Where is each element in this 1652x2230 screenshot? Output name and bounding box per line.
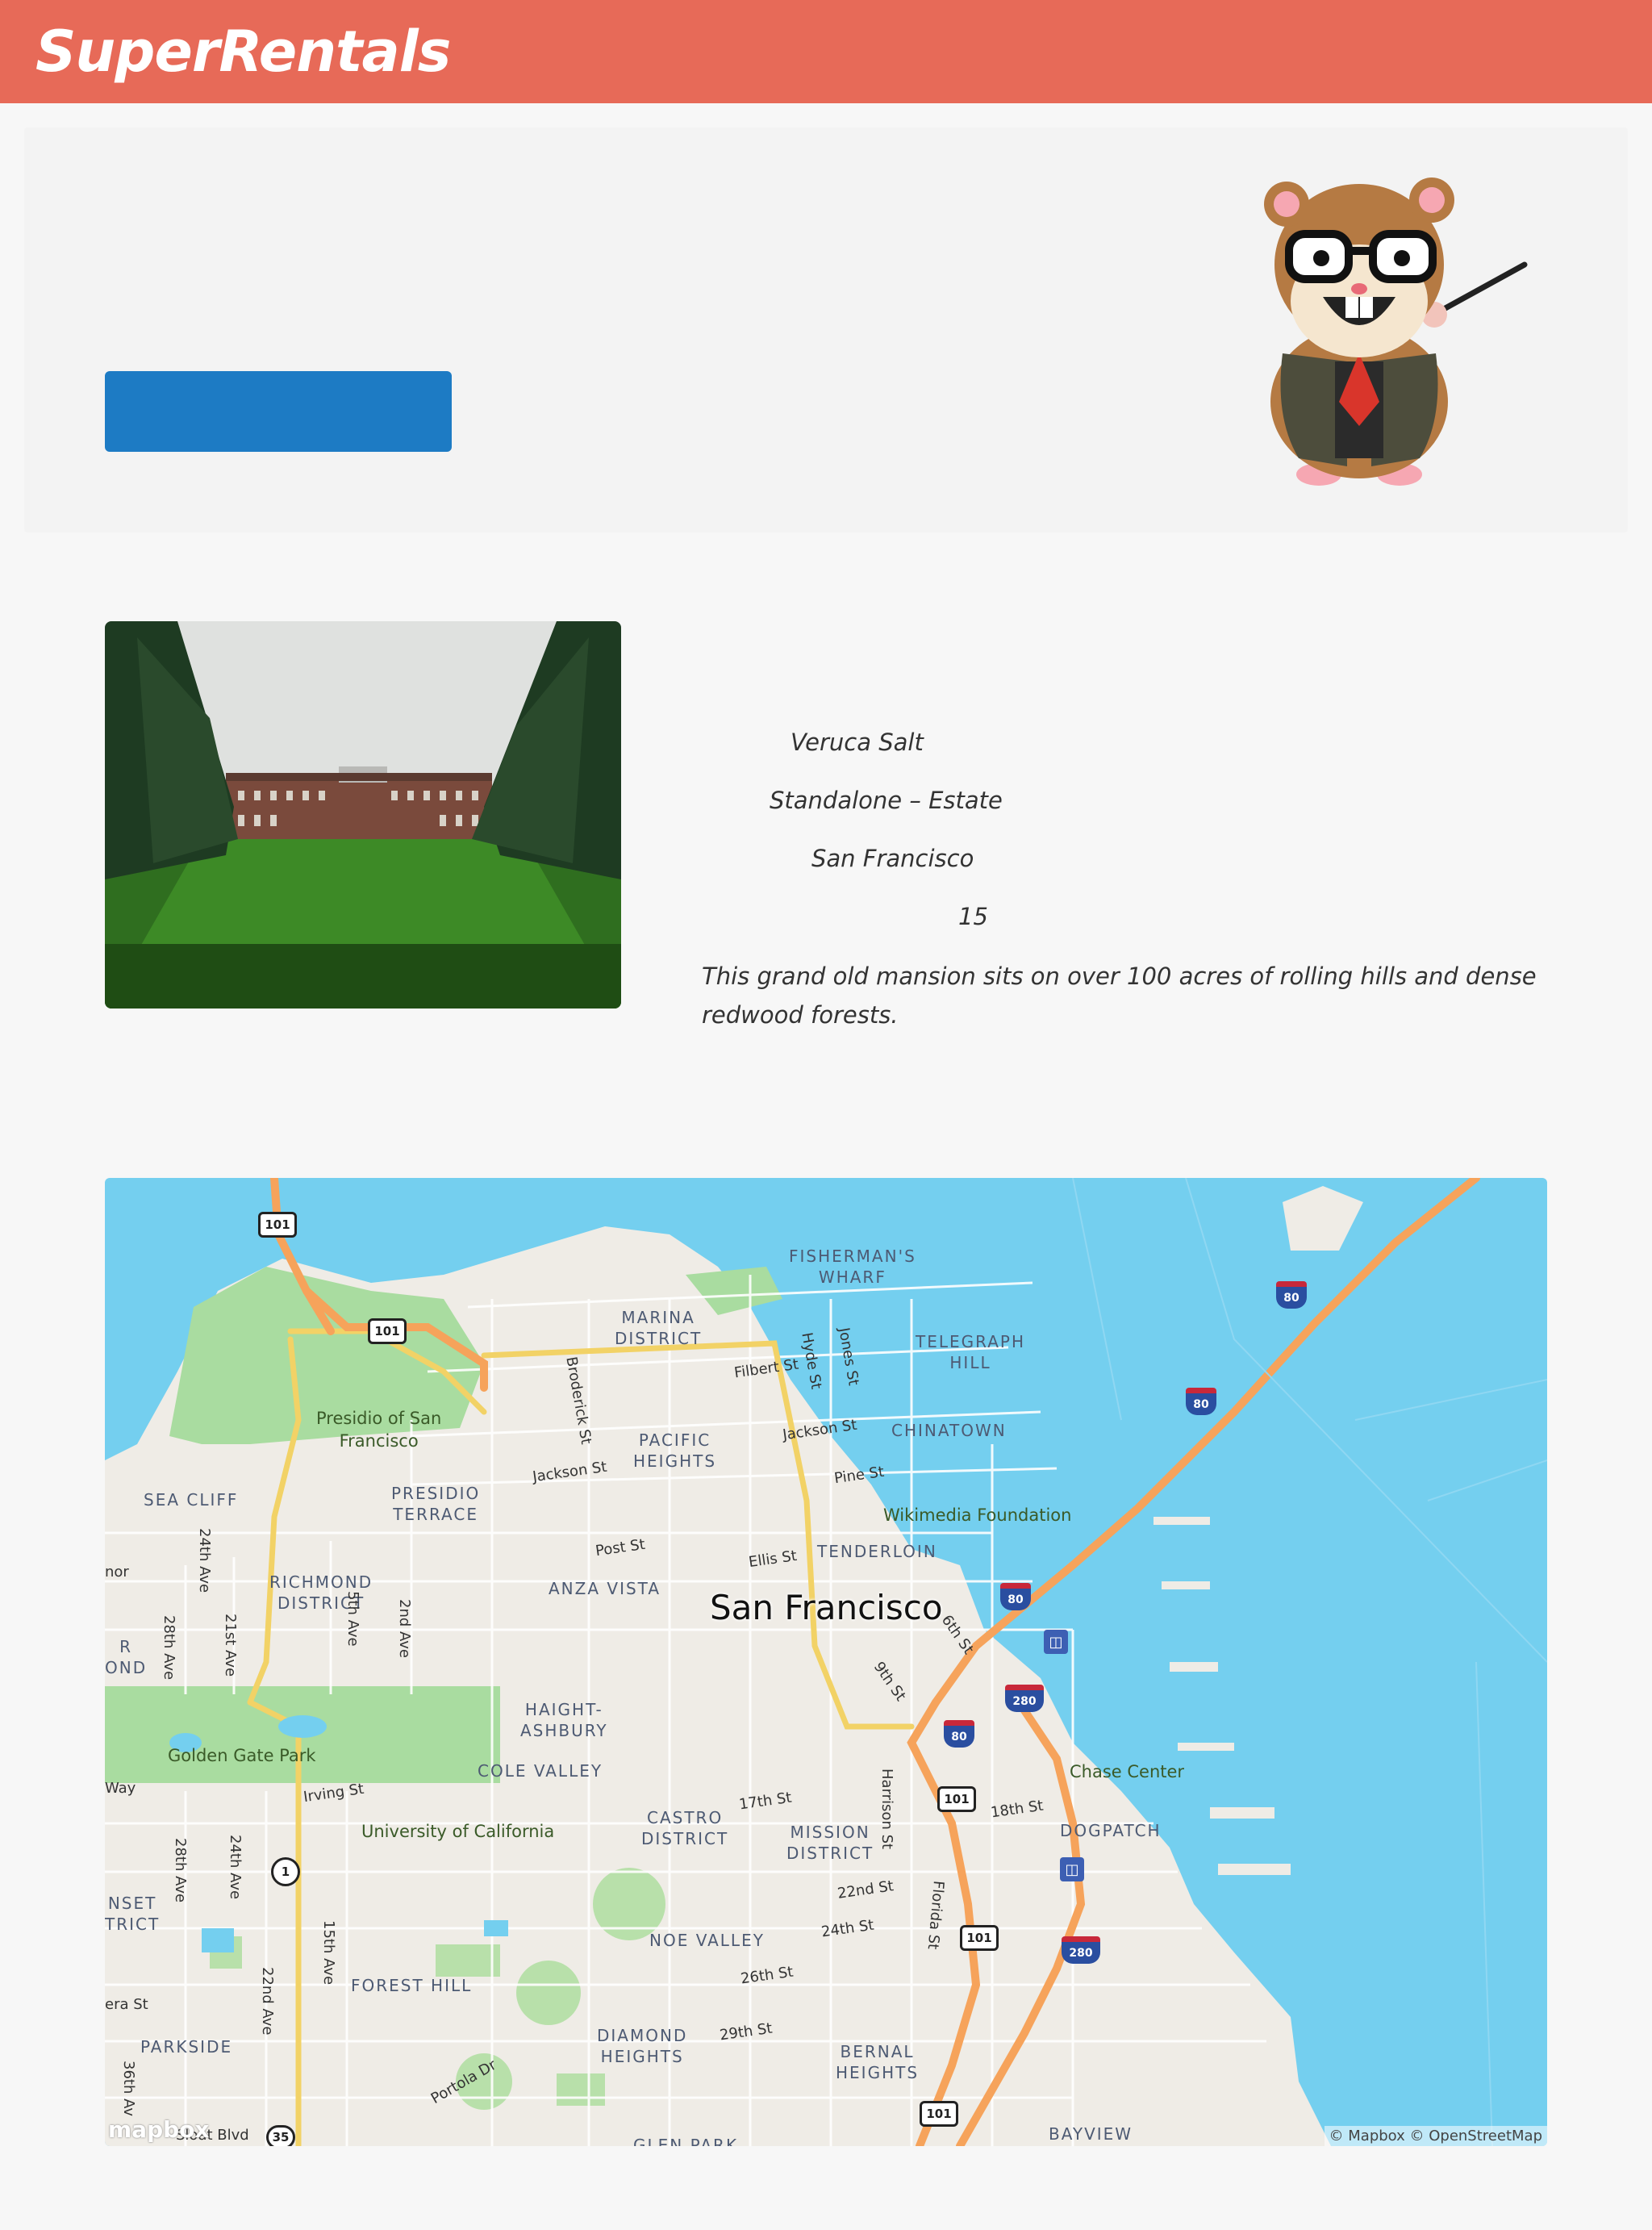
top-nav-bar: SuperRentals (0, 0, 1652, 103)
interstate-shield: 280 (1005, 1685, 1044, 1712)
map-district-label: BERNAL HEIGHTS (836, 2042, 920, 2082)
map-street-label: 5th Ave (344, 1591, 361, 1647)
map-district-label: PARKSIDE (140, 2037, 233, 2057)
map-district-label: DOGPATCH (1060, 1821, 1162, 1840)
map-street-label: era St (105, 1996, 148, 2013)
map-district-label: MARINA DISTRICT (615, 1308, 703, 1348)
tomster-mascot-image (1264, 177, 1528, 486)
map-district-label: ANZA VISTA (549, 1579, 661, 1598)
map-district-label: FOREST HILL (351, 1976, 473, 1995)
brand-logo-link[interactable]: SuperRentals (35, 15, 451, 89)
map-city-label: San Francisco (710, 1588, 943, 1627)
map-district-label: R OND (105, 1637, 148, 1677)
rental-type: Standalone – Estate (770, 787, 1003, 814)
map-district-label: FISHERMAN'S WHARF (789, 1247, 916, 1287)
map-street-label: 15th Ave (320, 1920, 337, 1986)
rental-location: San Francisco (811, 845, 974, 872)
rental-description: This grand old mansion sits on over 100 … (702, 963, 1537, 1029)
map-district-label: CHINATOWN (891, 1421, 1007, 1440)
map-district-label: MISSION DISTRICT (786, 1823, 874, 1863)
transit-station-icon[interactable]: ◫ (1044, 1630, 1068, 1654)
map-street-label: Way (105, 1780, 136, 1797)
map-street-label: 2nd Ave (396, 1599, 413, 1658)
jumbo-banner (24, 127, 1628, 532)
interstate-shield: 80 (1186, 1388, 1216, 1415)
interstate-shield: 80 (1276, 1281, 1307, 1309)
rental-bedrooms: 15 (958, 903, 988, 930)
interstate-shield: 280 (1062, 1936, 1100, 1964)
map-district-label: DIAMOND HEIGHTS (597, 2026, 688, 2066)
map-street-label: 22nd Ave (259, 1967, 276, 2036)
us-highway-shield: 101 (937, 1786, 976, 1812)
map-district-label: TENDERLOIN (817, 1542, 937, 1561)
map-attribution[interactable]: © Mapbox © OpenStreetMap (1324, 2126, 1547, 2146)
map-district-label: PACIFIC HEIGHTS (633, 1430, 717, 1471)
map-street-label: Harrison St (878, 1769, 895, 1850)
interstate-shield: 80 (944, 1720, 974, 1748)
interstate-shield: 80 (1000, 1583, 1031, 1610)
map-district-label: TELEGRAPH HILL (916, 1332, 1025, 1372)
map-district-label: PRESIDIO TERRACE (391, 1484, 481, 1524)
rental-owner: Veruca Salt (791, 729, 924, 756)
map-street-label: 36th Av (120, 2061, 137, 2117)
map-street-label: 28th Ave (161, 1615, 177, 1681)
map-district-label: CASTRO DISTRICT (641, 1808, 729, 1848)
map-poi-label[interactable]: University of California (361, 1820, 554, 1843)
us-highway-shield: 101 (920, 2101, 958, 2127)
transit-station-icon[interactable]: ◫ (1060, 1857, 1084, 1881)
state-route-shield: 1 (271, 1857, 300, 1886)
rental-map[interactable]: FISHERMAN'S WHARF MARINA DISTRICT TELEGR… (105, 1178, 1547, 2146)
us-highway-shield: 101 (368, 1318, 407, 1344)
us-highway-shield: 101 (258, 1212, 297, 1238)
map-street-label: 28th Ave (172, 1838, 189, 1903)
map-district-label: COLE VALLEY (478, 1761, 603, 1781)
mapbox-logo[interactable]: mapbox (108, 2116, 209, 2143)
map-district-label: GLEN PARK (633, 2136, 739, 2146)
map-district-label: NOE VALLEY (649, 1931, 765, 1950)
map-poi-label[interactable]: Golden Gate Park (168, 1744, 316, 1767)
rental-photo[interactable] (105, 621, 621, 1009)
map-street-label: 24th Ave (227, 1835, 244, 1900)
map-street-label: 21st Ave (222, 1614, 239, 1677)
map-district-label: HAIGHT- ASHBURY (520, 1700, 608, 1740)
map-district-label: NSET TRICT (105, 1894, 161, 1934)
state-route-shield: 35 (266, 2125, 295, 2146)
map-street-label: nor (105, 1564, 129, 1581)
map-district-label: SEA CLIFF (144, 1490, 239, 1510)
map-base-layer (105, 1178, 1547, 2146)
map-poi-label[interactable]: Chase Center (1070, 1760, 1184, 1783)
map-poi-label[interactable]: Wikimedia Foundation (883, 1504, 1071, 1526)
map-poi-label[interactable]: Presidio of San Francisco (316, 1407, 441, 1452)
map-street-label: 24th Ave (196, 1528, 213, 1593)
map-district-label: BAYVIEW (1049, 2124, 1133, 2144)
mansion-image (105, 621, 621, 1009)
jumbo-action-button[interactable] (105, 371, 452, 452)
us-highway-shield: 101 (960, 1925, 999, 1951)
